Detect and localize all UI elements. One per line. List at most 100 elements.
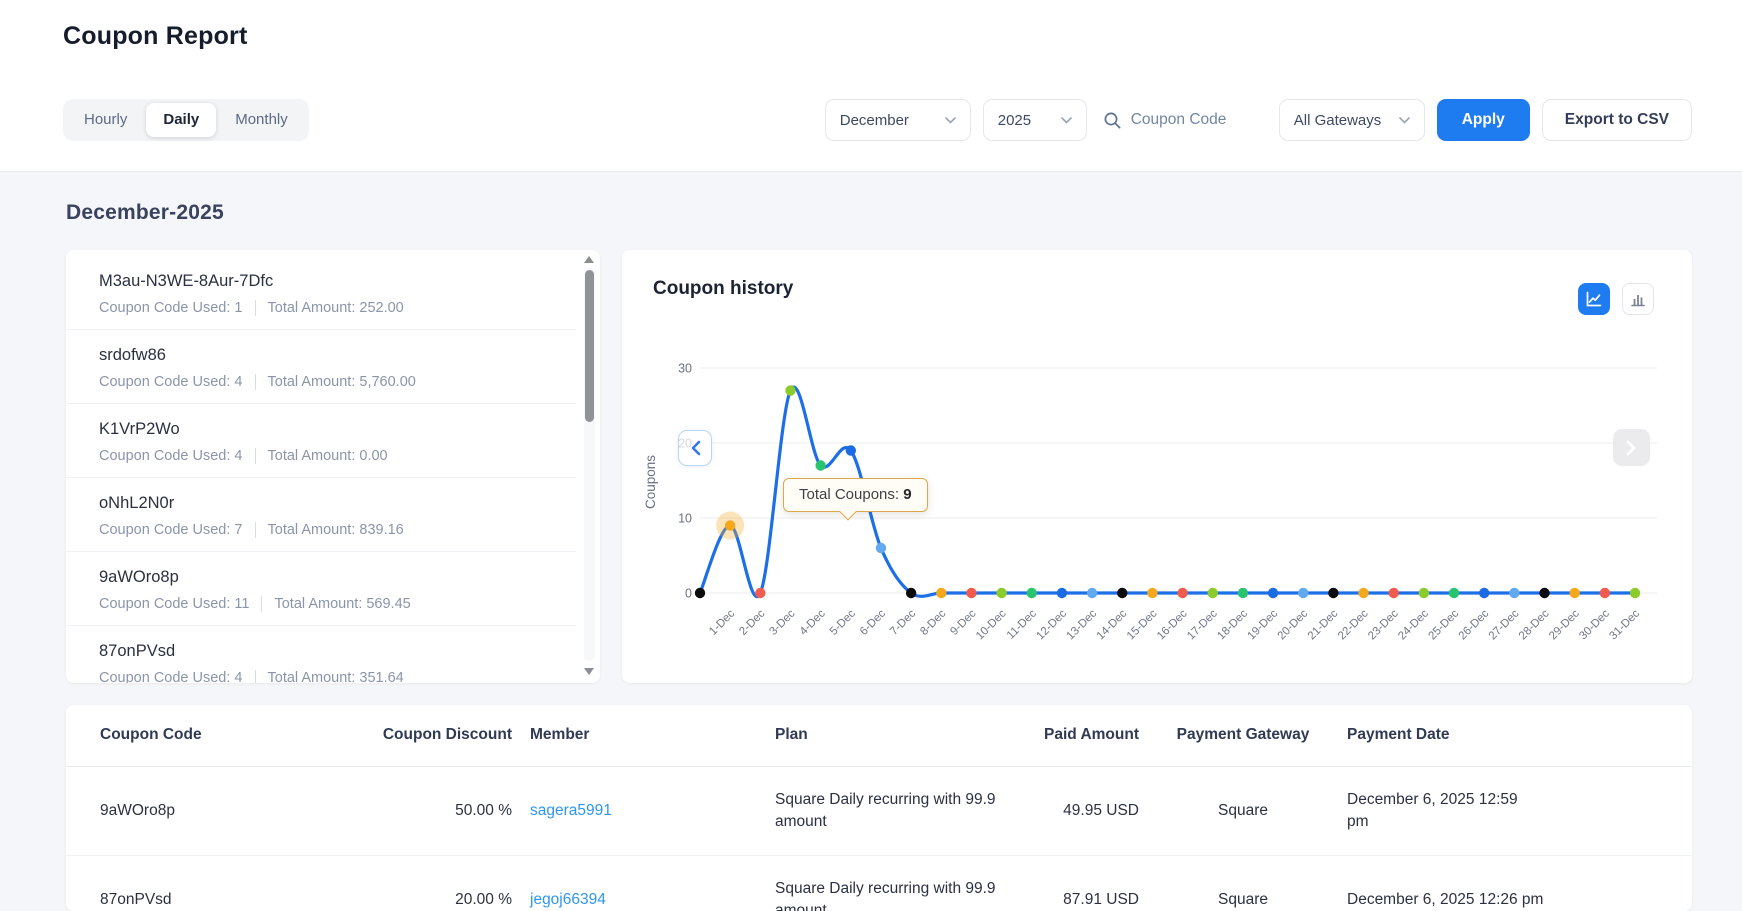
- table-header-plan: Plan: [775, 724, 1037, 746]
- coupon-item-meta: Coupon Code Used: 4Total Amount: 351.64: [99, 670, 566, 683]
- top-header: Coupon Report HourlyDailyMonthly Decembe…: [0, 0, 1742, 172]
- chart-tooltip: Total Coupons: 9: [783, 478, 928, 512]
- coupon-code-text: 87onPVsd: [99, 642, 566, 661]
- svg-text:Coupons: Coupons: [643, 455, 658, 509]
- coupon-used-text: Coupon Code Used: 4: [99, 448, 243, 464]
- chart-point[interactable]: [1027, 588, 1037, 598]
- meta-divider: [255, 374, 256, 390]
- coupon-list-item: K1VrP2Wo Coupon Code Used: 4Total Amount:…: [66, 404, 576, 478]
- chart-point[interactable]: [1509, 588, 1519, 598]
- chart-point[interactable]: [1117, 588, 1127, 598]
- chart-point[interactable]: [815, 460, 825, 470]
- svg-text:5-Dec: 5-Dec: [828, 607, 858, 637]
- year-select[interactable]: 2025: [983, 99, 1087, 141]
- svg-text:14-Dec: 14-Dec: [1095, 607, 1130, 642]
- cell-coupon-code: 87onPVsd: [100, 889, 330, 911]
- chart-point[interactable]: [785, 385, 795, 395]
- chart-point[interactable]: [876, 543, 886, 553]
- chart-point[interactable]: [1449, 588, 1459, 598]
- chart-point[interactable]: [1328, 588, 1338, 598]
- month-select[interactable]: December: [825, 99, 971, 141]
- chart-point[interactable]: [1419, 588, 1429, 598]
- chevron-down-icon: [945, 117, 956, 124]
- period-heading: December-2025: [66, 201, 224, 225]
- gateway-select[interactable]: All Gateways: [1279, 99, 1425, 141]
- chart-point[interactable]: [725, 520, 735, 530]
- chart-point[interactable]: [1389, 588, 1399, 598]
- svg-text:15-Dec: 15-Dec: [1125, 607, 1160, 642]
- chart-prev-button[interactable]: [678, 430, 712, 466]
- table-header-payment-gateway: Payment Gateway: [1157, 724, 1347, 746]
- chart-point[interactable]: [1238, 588, 1248, 598]
- chart-point[interactable]: [1539, 588, 1549, 598]
- svg-text:3-Dec: 3-Dec: [767, 607, 797, 637]
- chart-point[interactable]: [996, 588, 1006, 598]
- coupon-used-text: Coupon Code Used: 7: [99, 522, 243, 538]
- svg-text:23-Dec: 23-Dec: [1366, 607, 1401, 642]
- table-header-coupon-code: Coupon Code: [100, 724, 330, 746]
- cell-paid-amount: 49.95 USD: [1037, 800, 1157, 822]
- svg-text:20-Dec: 20-Dec: [1276, 607, 1311, 642]
- coupon-code-search-input[interactable]: [1131, 111, 1263, 129]
- chart-point[interactable]: [1268, 588, 1278, 598]
- svg-text:4-Dec: 4-Dec: [798, 607, 828, 637]
- chart-next-button[interactable]: [1613, 429, 1650, 466]
- tab-monthly[interactable]: Monthly: [218, 103, 305, 137]
- member-link[interactable]: sagera5991: [530, 802, 612, 819]
- cell-payment-gateway: Square: [1157, 800, 1347, 822]
- table-header-paid-amount: Paid Amount: [1037, 724, 1157, 746]
- coupon-code-search: [1099, 111, 1267, 130]
- tab-hourly[interactable]: Hourly: [67, 103, 144, 137]
- chart-point[interactable]: [936, 588, 946, 598]
- export-csv-button[interactable]: Export to CSV: [1542, 99, 1692, 141]
- coupon-code-text: K1VrP2Wo: [99, 420, 566, 439]
- interval-tabs: HourlyDailyMonthly: [63, 99, 309, 141]
- coupon-table-panel: Coupon CodeCoupon DiscountMemberPlanPaid…: [66, 705, 1692, 911]
- coupon-used-text: Coupon Code Used: 4: [99, 374, 243, 390]
- chart-point[interactable]: [1298, 588, 1308, 598]
- cell-coupon-code: 9aWOro8p: [100, 800, 330, 822]
- cell-coupon-discount: 50.00 %: [330, 800, 530, 822]
- svg-text:18-Dec: 18-Dec: [1215, 607, 1250, 642]
- scroll-up-arrow-icon[interactable]: [584, 256, 594, 263]
- svg-text:29-Dec: 29-Dec: [1547, 607, 1582, 642]
- chart-point[interactable]: [1600, 588, 1610, 598]
- cell-payment-gateway: Square: [1157, 889, 1347, 911]
- chart-point[interactable]: [1177, 588, 1187, 598]
- svg-text:27-Dec: 27-Dec: [1487, 607, 1522, 642]
- coupon-item-meta: Coupon Code Used: 4Total Amount: 0.00: [99, 448, 566, 464]
- svg-text:8-Dec: 8-Dec: [918, 607, 948, 637]
- chart-point[interactable]: [1087, 588, 1097, 598]
- apply-button[interactable]: Apply: [1437, 99, 1530, 141]
- chevron-left-icon: [690, 440, 701, 456]
- svg-text:10-Dec: 10-Dec: [974, 607, 1009, 642]
- tab-daily[interactable]: Daily: [146, 103, 216, 137]
- chart-point[interactable]: [1358, 588, 1368, 598]
- chart-point[interactable]: [906, 588, 916, 598]
- scroll-down-arrow-icon[interactable]: [584, 668, 594, 675]
- scrollbar-thumb[interactable]: [585, 270, 594, 422]
- chart-point[interactable]: [1057, 588, 1067, 598]
- chart-point[interactable]: [1569, 588, 1579, 598]
- coupon-list-item: 9aWOro8pCoupon Code Used: 11Total Amount…: [66, 552, 576, 626]
- coupon-amount-text: Total Amount: 839.16: [268, 522, 404, 538]
- chart-point[interactable]: [695, 588, 705, 598]
- chart-point[interactable]: [1479, 588, 1489, 598]
- svg-text:1-Dec: 1-Dec: [707, 607, 737, 637]
- page-title: Coupon Report: [63, 22, 248, 51]
- coupon-item-meta: Coupon Code Used: 4Total Amount: 5,760.0…: [99, 374, 566, 390]
- chart-point[interactable]: [755, 588, 765, 598]
- coupon-amount-text: Total Amount: 569.45: [274, 596, 410, 612]
- member-link[interactable]: jegoj66394: [530, 891, 606, 908]
- svg-text:0: 0: [685, 587, 692, 601]
- chart-point[interactable]: [846, 445, 856, 455]
- chart-point[interactable]: [966, 588, 976, 598]
- chart-tooltip-value: 9: [903, 486, 911, 503]
- chart-point[interactable]: [1147, 588, 1157, 598]
- svg-text:24-Dec: 24-Dec: [1396, 607, 1431, 642]
- chevron-right-icon: [1626, 440, 1637, 456]
- payment-date-line: December 6, 2025 12:26 pm: [1347, 889, 1640, 911]
- chart-point[interactable]: [1630, 588, 1640, 598]
- list-scrollbar[interactable]: [583, 254, 596, 677]
- chart-point[interactable]: [1208, 588, 1218, 598]
